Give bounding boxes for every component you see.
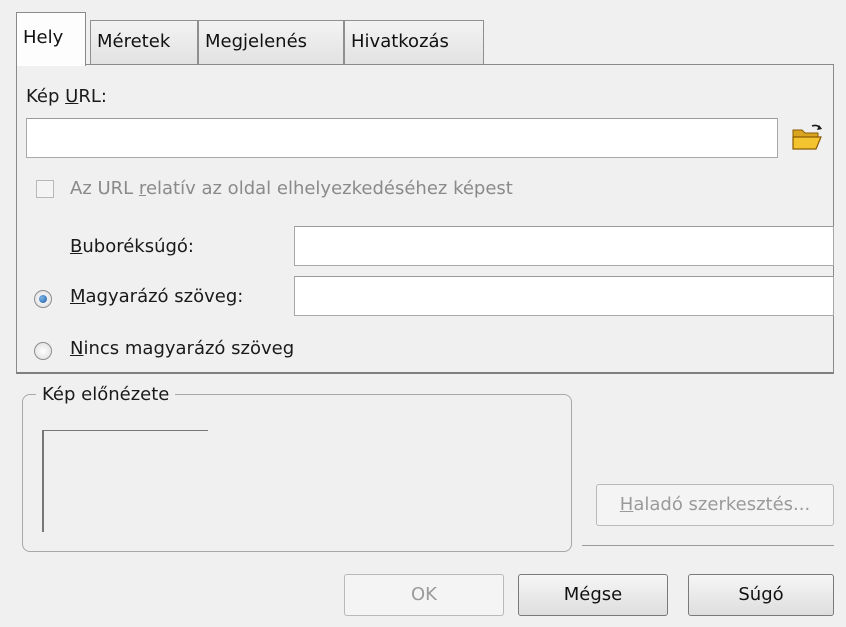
image-url-input[interactable] [26, 118, 778, 158]
image-preview-area [42, 430, 208, 532]
no-alt-text-label: Nincs magyarázó szöveg [70, 338, 295, 359]
help-button[interactable]: Súgó [688, 574, 834, 616]
relative-url-checkbox[interactable] [36, 180, 54, 198]
image-preview-title: Kép előnézete [36, 384, 176, 405]
no-alt-text-radio[interactable] [34, 342, 52, 360]
alt-text-label: Magyarázó szöveg: [70, 286, 244, 307]
image-url-label: Kép URL: [26, 86, 107, 107]
alt-text-input[interactable] [294, 276, 834, 316]
folder-open-icon[interactable] [790, 122, 826, 154]
advanced-edit-button[interactable]: Haladó szerkesztés... [596, 484, 834, 526]
tooltip-input[interactable] [294, 226, 834, 266]
alt-text-radio[interactable] [34, 290, 52, 308]
relative-url-label: Az URL relatív az oldal elhelyezkedéséhe… [70, 178, 513, 199]
ok-button[interactable]: OK [344, 574, 504, 616]
tooltip-label: Buboréksúgó: [70, 236, 194, 257]
cancel-button[interactable]: Mégse [518, 574, 668, 616]
separator [582, 545, 834, 546]
